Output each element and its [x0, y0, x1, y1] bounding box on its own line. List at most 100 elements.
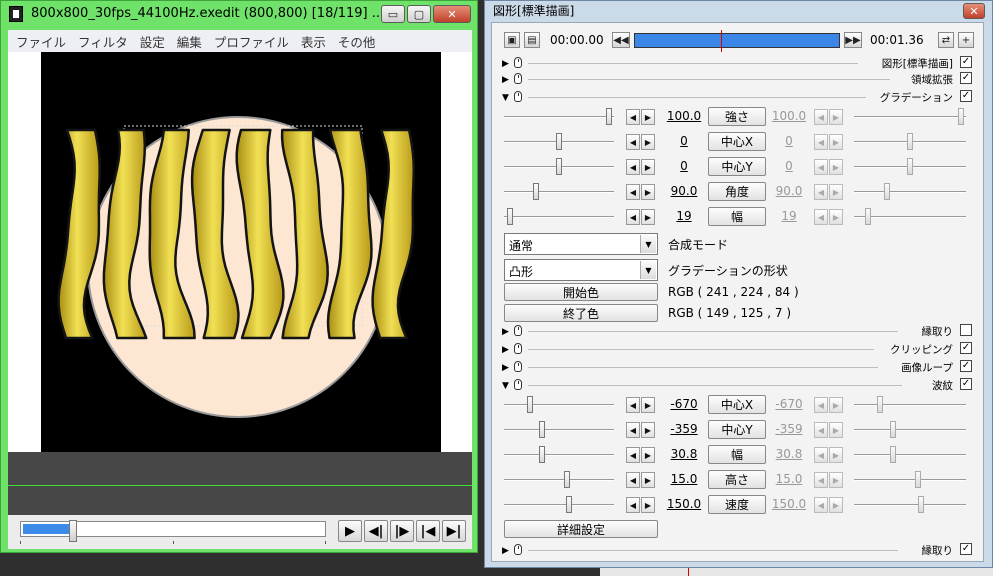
seek-bar[interactable]: [20, 520, 326, 542]
param-value[interactable]: 30.8: [661, 447, 707, 461]
add-icon[interactable]: +: [958, 32, 974, 48]
slider-thumb[interactable]: [539, 421, 545, 438]
param-value[interactable]: 100.0: [661, 109, 707, 123]
decrement-button[interactable]: ◀: [626, 109, 640, 125]
param-value[interactable]: 90.0: [661, 184, 707, 198]
section-checkbox[interactable]: ✓: [960, 90, 972, 102]
slider-thumb[interactable]: [884, 183, 890, 200]
param-value[interactable]: -359: [661, 422, 707, 436]
decrement-button[interactable]: ◀: [626, 397, 640, 413]
section-checkbox[interactable]: ✓: [960, 360, 972, 372]
gradation-shape-select[interactable]: 凸形 ▼: [504, 259, 658, 281]
end-decrement-button[interactable]: ◀: [814, 447, 828, 463]
next-frame-button[interactable]: |▶: [390, 520, 414, 542]
chevron-down-icon[interactable]: ▼: [640, 261, 656, 279]
menu-settings[interactable]: 設定: [140, 32, 165, 51]
slider-thumb[interactable]: [556, 133, 562, 150]
section-checkbox[interactable]: ✓: [960, 378, 972, 390]
param-end-value[interactable]: 0: [766, 134, 812, 148]
slider-thumb[interactable]: [877, 396, 883, 413]
param-end-value[interactable]: 0: [766, 159, 812, 173]
end-increment-button[interactable]: ▶: [829, 109, 843, 125]
section-border-2[interactable]: ▶ 縁取り ✓: [492, 540, 985, 560]
end-decrement-button[interactable]: ◀: [814, 397, 828, 413]
param-slider[interactable]: [504, 395, 614, 415]
param-end-value[interactable]: 90.0: [766, 184, 812, 198]
slider-thumb[interactable]: [918, 496, 924, 513]
end-increment-button[interactable]: ▶: [829, 497, 843, 513]
param-end-value[interactable]: 15.0: [766, 472, 812, 486]
end-color-button[interactable]: 終了色: [504, 304, 658, 322]
param-slider[interactable]: [504, 470, 614, 490]
expand-right-icon[interactable]: ▶: [502, 363, 509, 373]
detail-settings-button[interactable]: 詳細設定: [504, 520, 658, 538]
end-increment-button[interactable]: ▶: [829, 134, 843, 150]
play-button[interactable]: ▶: [338, 520, 362, 542]
section-checkbox[interactable]: ✓: [960, 543, 972, 555]
param-end-slider[interactable]: [854, 182, 966, 202]
seek-bar-thumb[interactable]: [69, 520, 77, 542]
end-increment-button[interactable]: ▶: [829, 447, 843, 463]
end-decrement-button[interactable]: ◀: [814, 159, 828, 175]
decrement-button[interactable]: ◀: [626, 184, 640, 200]
decrement-button[interactable]: ◀: [626, 497, 640, 513]
menu-file[interactable]: ファイル: [16, 32, 66, 51]
param-end-slider[interactable]: [854, 470, 966, 490]
slider-thumb[interactable]: [566, 496, 572, 513]
first-frame-button[interactable]: |◀: [416, 520, 440, 542]
end-decrement-button[interactable]: ◀: [814, 422, 828, 438]
close-button[interactable]: ✕: [433, 5, 471, 23]
decrement-button[interactable]: ◀: [626, 209, 640, 225]
section-border[interactable]: ▶ 縁取り: [492, 321, 985, 341]
param-slider[interactable]: [504, 420, 614, 440]
end-increment-button[interactable]: ▶: [829, 209, 843, 225]
expand-right-icon[interactable]: ▶: [502, 59, 509, 69]
param-value[interactable]: 150.0: [661, 497, 707, 511]
slider-thumb[interactable]: [507, 208, 513, 225]
slider-thumb[interactable]: [527, 396, 533, 413]
menu-other[interactable]: その他: [338, 32, 376, 51]
increment-button[interactable]: ▶: [641, 497, 655, 513]
param-name-button[interactable]: 幅: [708, 207, 766, 226]
param-end-slider[interactable]: [854, 420, 966, 440]
increment-button[interactable]: ▶: [641, 184, 655, 200]
decrement-button[interactable]: ◀: [626, 472, 640, 488]
section-checkbox[interactable]: ✓: [960, 56, 972, 68]
slider-thumb[interactable]: [606, 108, 612, 125]
expand-right-icon[interactable]: ▶: [502, 546, 509, 556]
end-decrement-button[interactable]: ◀: [814, 184, 828, 200]
slider-thumb[interactable]: [907, 158, 913, 175]
param-slider[interactable]: [504, 445, 614, 465]
param-end-slider[interactable]: [854, 395, 966, 415]
slider-thumb[interactable]: [890, 446, 896, 463]
param-name-button[interactable]: 中心Y: [708, 420, 766, 439]
menu-view[interactable]: 表示: [301, 32, 326, 51]
slider-thumb[interactable]: [907, 133, 913, 150]
end-increment-button[interactable]: ▶: [829, 159, 843, 175]
end-increment-button[interactable]: ▶: [829, 184, 843, 200]
param-slider[interactable]: [504, 157, 614, 177]
param-value[interactable]: 0: [661, 134, 707, 148]
expand-down-icon[interactable]: ▼: [502, 93, 509, 103]
param-slider[interactable]: [504, 495, 614, 515]
expand-down-icon[interactable]: ▼: [502, 381, 509, 391]
decrement-button[interactable]: ◀: [626, 422, 640, 438]
end-increment-button[interactable]: ▶: [829, 472, 843, 488]
decrement-button[interactable]: ◀: [626, 447, 640, 463]
section-checkbox[interactable]: [960, 324, 972, 336]
rewind-icon[interactable]: ◀◀: [612, 32, 630, 48]
increment-button[interactable]: ▶: [641, 397, 655, 413]
param-end-slider[interactable]: [854, 107, 966, 127]
link-icon[interactable]: ⇄: [938, 32, 954, 48]
maximize-button[interactable]: ▢: [407, 5, 431, 23]
expand-right-icon[interactable]: ▶: [502, 327, 509, 337]
settings-close-button[interactable]: ✕: [963, 3, 985, 19]
param-end-slider[interactable]: [854, 157, 966, 177]
increment-button[interactable]: ▶: [641, 447, 655, 463]
section-gradation[interactable]: ▼ グラデーション ✓: [492, 87, 985, 107]
menu-profile[interactable]: プロファイル: [214, 32, 289, 51]
increment-button[interactable]: ▶: [641, 209, 655, 225]
param-value[interactable]: -670: [661, 397, 707, 411]
slider-thumb[interactable]: [539, 446, 545, 463]
expand-right-icon[interactable]: ▶: [502, 345, 509, 355]
